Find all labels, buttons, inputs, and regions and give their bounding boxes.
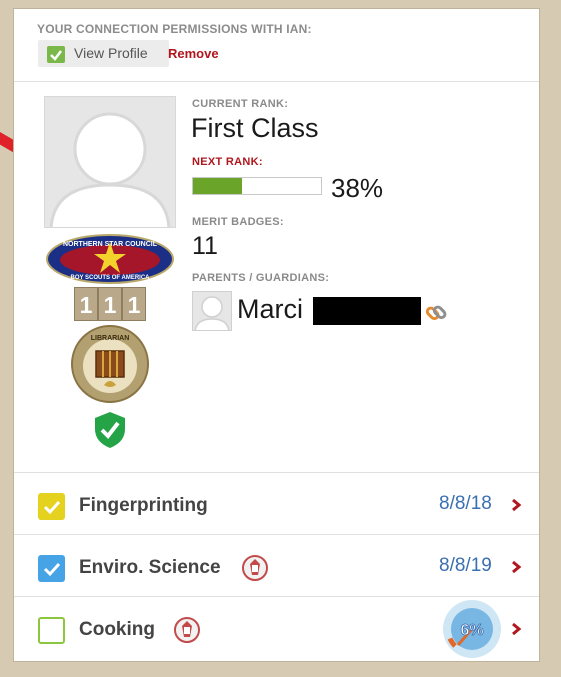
current-rank-value: First Class — [191, 113, 319, 143]
eagle-badge-icon — [174, 617, 200, 643]
council-patch: NORTHERN STAR COUNCIL BOY SCOUTS OF AMER… — [46, 234, 174, 289]
redaction-bar — [313, 297, 421, 325]
progress-gauge: 6% — [443, 600, 501, 658]
merit-badges-count: 11 — [192, 232, 218, 260]
merit-badge-title: LIBRARIAN — [91, 335, 130, 342]
next-rank-progress-bar — [192, 177, 322, 195]
next-rank-label: NEXT RANK: — [192, 156, 263, 168]
profile-card: YOUR CONNECTION PERMISSIONS WITH IAN: Vi… — [13, 8, 540, 662]
checkbox-checked-icon[interactable] — [38, 555, 65, 582]
checkbox-unchecked-icon[interactable] — [38, 617, 65, 644]
requirement-name: Enviro. Science — [79, 557, 221, 578]
requirement-name: Fingerprinting — [79, 495, 208, 516]
unit-number-digit: 1 — [74, 287, 98, 321]
remove-link[interactable]: Remove — [168, 46, 219, 61]
avatar[interactable] — [44, 96, 176, 228]
unit-number-digit: 1 — [98, 287, 122, 321]
divider — [14, 596, 539, 597]
divider — [14, 534, 539, 535]
council-bsa-text: BOY SCOUTS OF AMERICA — [70, 275, 150, 281]
requirement-date: 8/8/19 — [439, 555, 492, 576]
unit-number-digit: 1 — [122, 287, 146, 321]
divider — [14, 472, 539, 473]
chevron-right-icon[interactable] — [511, 622, 523, 636]
shield-check-icon — [94, 411, 126, 454]
view-profile-label: View Profile — [74, 45, 148, 61]
chevron-right-icon[interactable] — [511, 560, 523, 574]
next-rank-percent: 38% — [331, 173, 384, 203]
person-placeholder-icon — [49, 112, 171, 227]
eagle-badge-icon — [242, 555, 268, 581]
current-rank-label: CURRENT RANK: — [192, 98, 289, 110]
divider — [14, 81, 539, 82]
requirement-name: Cooking — [79, 619, 155, 640]
person-placeholder-icon — [194, 296, 230, 330]
parents-label: PARENTS / GUARDIANS: — [192, 272, 330, 284]
parent-name[interactable]: Marci — [237, 294, 303, 325]
next-rank-progress-fill — [193, 178, 242, 194]
requirement-date: 8/8/18 — [439, 493, 492, 514]
chevron-right-icon[interactable] — [511, 498, 523, 512]
gauge-percent-text: 6% — [460, 622, 483, 639]
link-chain-icon[interactable] — [425, 301, 449, 330]
council-name-text: NORTHERN STAR COUNCIL — [63, 241, 158, 248]
check-icon — [47, 46, 65, 63]
permissions-title: YOUR CONNECTION PERMISSIONS WITH IAN: — [37, 22, 312, 36]
librarian-merit-badge: LIBRARIAN — [71, 325, 149, 408]
parent-avatar[interactable] — [192, 291, 232, 331]
checkbox-checked-icon[interactable] — [38, 493, 65, 520]
merit-badges-label: MERIT BADGES: — [192, 216, 284, 228]
